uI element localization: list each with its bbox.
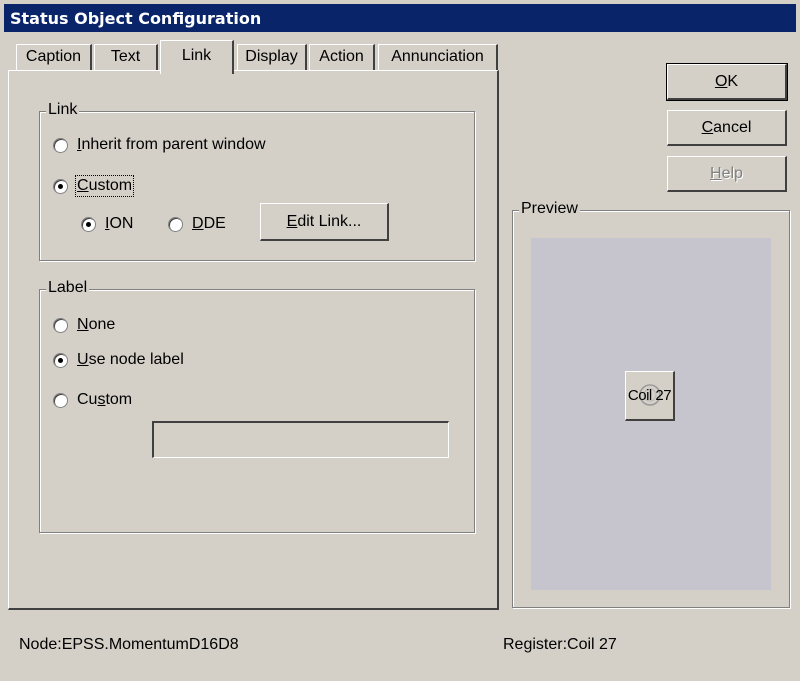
preview-title: Preview [519, 200, 580, 218]
inherit-radio-label: Inherit from parent window [77, 136, 266, 153]
radio-indicator [53, 178, 68, 194]
custom-link-radio-label: Custom [74, 175, 135, 197]
ok-button-label: OK [714, 73, 739, 90]
label-none-radio[interactable]: None [53, 316, 115, 334]
label-custom-radio[interactable]: Custom [53, 391, 132, 409]
link-tab-panel: Link Inherit from parent window Custom I… [8, 70, 499, 610]
help-button-label: Help [710, 165, 743, 182]
tab-link[interactable]: Link [160, 40, 234, 74]
link-group-title: Link [46, 101, 80, 119]
cancel-button[interactable]: Cancel [667, 110, 787, 146]
tab-action[interactable]: Action [309, 44, 375, 70]
cancel-button-label: Cancel [701, 119, 752, 136]
custom-label-field[interactable] [152, 421, 449, 458]
tab-display[interactable]: Display [237, 44, 307, 70]
tab-text[interactable]: Text [94, 44, 158, 70]
status-register: Register:Coil 27 [503, 636, 617, 653]
custom-link-radio[interactable]: Custom [53, 175, 135, 197]
ok-button[interactable]: OK [666, 63, 788, 101]
label-none-radio-label: None [77, 316, 116, 333]
dde-radio[interactable]: DDE [168, 215, 226, 233]
dde-radio-label: DDE [192, 215, 226, 232]
ion-radio[interactable]: ION [81, 215, 133, 233]
label-custom-radio-label: Custom [77, 391, 133, 408]
radio-indicator [168, 216, 183, 232]
tab-caption[interactable]: Caption [16, 44, 92, 70]
edit-link-button[interactable]: Edit Link... [260, 203, 389, 241]
edit-link-button-label: Edit Link... [286, 213, 362, 230]
link-group: Link Inherit from parent window Custom I… [39, 101, 475, 261]
radio-indicator [53, 352, 68, 368]
radio-indicator [53, 317, 68, 333]
preview-group: Preview Coil 27 [512, 200, 790, 608]
radio-indicator [53, 137, 68, 153]
inherit-radio[interactable]: Inherit from parent window [53, 136, 266, 154]
radio-indicator [81, 216, 96, 232]
label-group-title: Label [46, 279, 90, 297]
preview-object-label: Coil 27 [627, 387, 672, 404]
ion-radio-label: ION [105, 215, 134, 232]
help-button[interactable]: Help [667, 156, 787, 192]
use-node-label-radio[interactable]: Use node label [53, 351, 184, 369]
status-node: Node:EPSS.MomentumD16D8 [19, 636, 239, 653]
status-object-preview: Coil 27 [625, 371, 675, 421]
tab-annunciation[interactable]: Annunciation [378, 44, 498, 70]
label-group: Label None Use node label Custom [39, 279, 475, 533]
window-title: Status Object Configuration [10, 9, 262, 28]
title-bar: Status Object Configuration [4, 4, 796, 32]
radio-indicator [53, 392, 68, 408]
use-node-label-radio-label: Use node label [77, 351, 184, 368]
